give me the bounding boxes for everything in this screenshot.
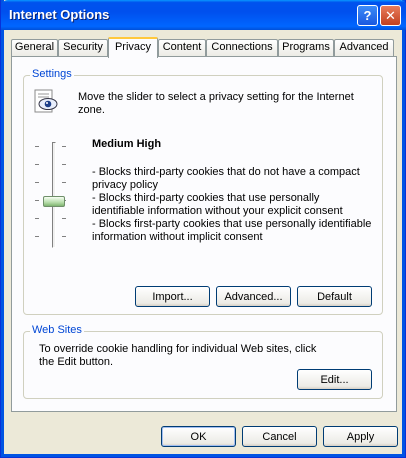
tab-advanced[interactable]: Advanced (334, 39, 394, 56)
cancel-button[interactable]: Cancel (242, 426, 317, 447)
privacy-level-description-2: - Blocks third-party cookies that use pe… (92, 192, 343, 217)
slider-tick (35, 200, 39, 201)
privacy-slider[interactable] (32, 140, 72, 250)
settings-group: Settings Move the slider to select a pri… (23, 68, 383, 315)
title-bar[interactable]: Internet Options ? ✕ (1, 0, 406, 30)
import-button[interactable]: Import... (135, 286, 210, 307)
tab-content[interactable]: Content (158, 39, 206, 56)
privacy-tab-panel: Settings Move the slider to select a pri… (11, 56, 397, 412)
instruction-text: Move the slider to select a privacy sett… (78, 91, 354, 116)
slider-tick (35, 146, 39, 147)
advanced-button[interactable]: Advanced... (216, 286, 291, 307)
tab-security[interactable]: Security (58, 39, 108, 56)
slider-tick (35, 218, 39, 219)
privacy-level-title: Medium High (92, 138, 162, 150)
slider-thumb[interactable] (43, 196, 65, 207)
tab-general[interactable]: General (11, 39, 58, 56)
privacy-level-description-1: - Blocks third-party cookies that do not… (92, 166, 360, 191)
tab-privacy[interactable]: Privacy (108, 37, 158, 58)
help-button[interactable]: ? (357, 5, 378, 26)
slider-tick (62, 236, 66, 237)
close-button[interactable]: ✕ (380, 5, 401, 26)
edit-button[interactable]: Edit... (297, 369, 372, 390)
apply-button[interactable]: Apply (323, 426, 398, 447)
slider-tick (35, 164, 39, 165)
tab-programs[interactable]: Programs (278, 39, 334, 56)
slider-tick (62, 164, 66, 165)
window-title: Internet Options (9, 7, 110, 22)
close-icon: ✕ (385, 7, 396, 23)
slider-tick (35, 236, 39, 237)
slider-tick (62, 218, 66, 219)
help-icon: ? (363, 8, 372, 23)
websites-group: Web Sites To override cookie handling fo… (23, 324, 383, 399)
internet-options-dialog: Internet Options ? ✕ General Security Pr… (0, 0, 406, 458)
slider-tick (62, 146, 66, 147)
privacy-eye-icon (34, 89, 58, 113)
ok-button[interactable]: OK (161, 426, 236, 447)
settings-legend: Settings (30, 68, 74, 80)
tab-connections[interactable]: Connections (206, 39, 278, 56)
default-button[interactable]: Default (297, 286, 372, 307)
slider-tick (35, 182, 39, 183)
slider-tick (62, 182, 66, 183)
websites-text: To override cookie handling for individu… (39, 343, 317, 368)
websites-legend: Web Sites (30, 324, 84, 336)
privacy-level-description-3: - Blocks first-party cookies that use pe… (92, 218, 372, 243)
slider-rail (52, 142, 56, 248)
